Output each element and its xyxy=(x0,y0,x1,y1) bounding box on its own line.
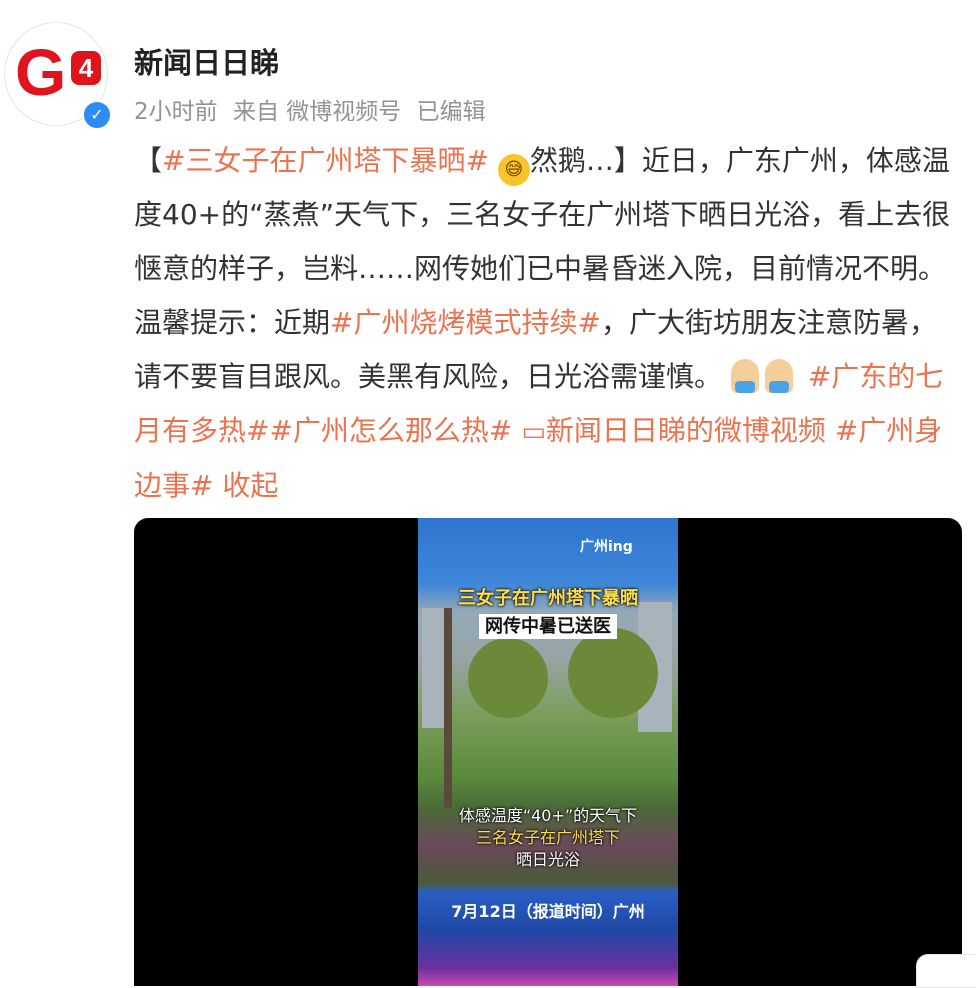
tree-shape xyxy=(568,628,658,718)
collapse-link[interactable]: 收起 xyxy=(222,469,278,502)
avatar-badge: 4 xyxy=(71,51,101,85)
video-overlay-title: 三女子在广州塔下暴晒 xyxy=(458,588,638,609)
tree-shape xyxy=(468,638,548,718)
sleepy-baby-emoji-icon xyxy=(764,359,793,393)
sweat-smile-emoji-icon: 😅 xyxy=(497,154,530,186)
post-edited[interactable]: 已编辑 xyxy=(417,99,486,125)
hashtag-link[interactable]: #广州烧烤模式持续# xyxy=(330,306,601,339)
post-text: 【#三女子在广州塔下暴晒# 😅 然鹅…】近日，广东广州，体感温度40+的“蒸煮”天… xyxy=(134,134,964,513)
video-overlay-subtitle-text: 网传中暑已送医 xyxy=(479,614,617,639)
avatar-letter: G xyxy=(15,35,66,109)
video-caption: 体感温度“40+”的天气下 xyxy=(458,806,638,825)
bracket-close: 】 xyxy=(613,144,642,177)
tree-trunk-shape xyxy=(444,608,452,808)
emoji-text: 然鹅… xyxy=(529,144,614,177)
video-caption: 晒日光浴 xyxy=(515,850,580,869)
video-overlay-subtitle: 网传中暑已送医 xyxy=(418,612,678,639)
sleepy-baby-emoji-icon xyxy=(730,359,759,393)
hashtag-link[interactable]: #三女子在广州塔下暴晒# xyxy=(162,144,489,177)
video-date-line: 7月12日（报道时间）广州 xyxy=(451,902,645,921)
video-caption: 三名女子在广州塔下 xyxy=(475,828,620,847)
video-frame: 广州ing 三女子在广州塔下暴晒 网传中暑已送医 体感温度“40+”的天气下 三… xyxy=(418,518,678,986)
post-source[interactable]: 来自 微博视频号 xyxy=(233,99,401,125)
bracket-open: 【 xyxy=(134,144,163,177)
hashtag-link[interactable]: #广州怎么那么热# xyxy=(269,414,512,447)
corner-widget xyxy=(916,954,976,988)
post-meta: 2小时前 来自 微博视频号 已编辑 xyxy=(134,92,494,126)
verified-icon: ✓ xyxy=(82,100,112,130)
video-player[interactable]: 广州ing 三女子在广州塔下暴晒 网传中暑已送医 体感温度“40+”的天气下 三… xyxy=(134,518,962,986)
channel-logo: 广州ing xyxy=(580,539,633,555)
video-icon: ▭ xyxy=(521,417,546,447)
author-name[interactable]: 新闻日日睇 xyxy=(134,40,279,82)
video-link[interactable]: 新闻日日睇的微博视频 xyxy=(546,414,826,447)
post-time[interactable]: 2小时前 xyxy=(134,99,218,125)
